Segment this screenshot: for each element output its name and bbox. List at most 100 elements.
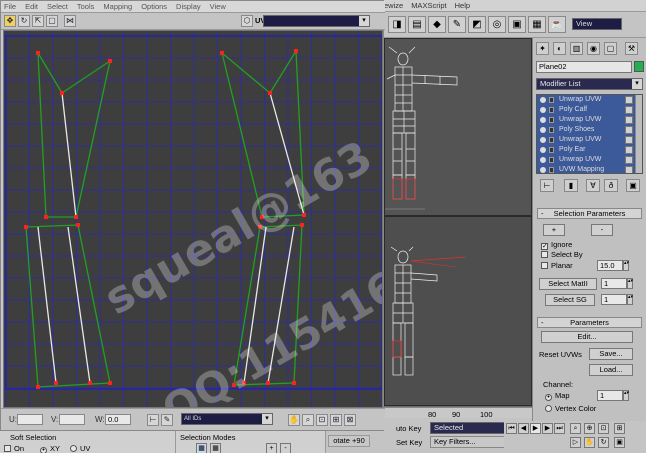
- shrink-selection-button[interactable]: -: [591, 224, 613, 236]
- uv-vertex[interactable]: [294, 49, 298, 53]
- stack-item[interactable]: UVW Mapping: [537, 165, 637, 173]
- ignore-backfacing-checkbox[interactable]: ✓ Ignore: [541, 240, 572, 250]
- planar-angle-checkbox[interactable]: Planar: [541, 261, 573, 270]
- menu-item[interactable]: ewize: [384, 1, 403, 10]
- remove-modifier-icon[interactable]: ð: [604, 179, 618, 192]
- uv-vertex[interactable]: [232, 383, 236, 387]
- zoom-extents-all-icon[interactable]: ⊞: [614, 423, 625, 434]
- uv-vertex[interactable]: [260, 215, 264, 219]
- uv-edge[interactable]: [67, 226, 91, 384]
- schematic-icon[interactable]: ◩: [468, 16, 486, 33]
- layer-tool-icon[interactable]: ◆: [428, 16, 446, 33]
- auto-key-dropdown[interactable]: Selected: [430, 422, 506, 434]
- uv-edge[interactable]: [233, 224, 303, 386]
- menu-tools[interactable]: Tools: [77, 2, 95, 11]
- set-key-label[interactable]: Set Key: [396, 438, 422, 447]
- show-end-result-icon[interactable]: ▮: [564, 179, 578, 192]
- menu-select[interactable]: Select: [47, 2, 68, 11]
- menu-mapping[interactable]: Mapping: [103, 2, 132, 11]
- play-icon[interactable]: ▶: [530, 423, 541, 434]
- v-field[interactable]: [59, 414, 85, 425]
- bulb-icon[interactable]: [540, 117, 546, 123]
- next-frame-icon[interactable]: ▶: [542, 423, 553, 434]
- hierarchy-tab-icon[interactable]: ▥: [570, 42, 583, 55]
- pin-stack-icon[interactable]: ⊢: [540, 179, 554, 192]
- bulb-icon[interactable]: [540, 157, 546, 163]
- planar-angle-spinner[interactable]: 15.0 ▴▾: [597, 260, 629, 271]
- uv-vertex[interactable]: [300, 223, 304, 227]
- uv-vertex[interactable]: [268, 91, 272, 95]
- uv-vertex[interactable]: [258, 225, 262, 229]
- modifier-stack[interactable]: Unwrap UVW Poly Calf Unwrap UVW Poly Sho…: [536, 94, 643, 174]
- soft-on-checkbox[interactable]: On: [4, 444, 24, 453]
- perspective-viewport-bottom[interactable]: [384, 216, 532, 406]
- maximize-viewport-icon[interactable]: ▣: [614, 437, 625, 448]
- uv-vertex[interactable]: [220, 51, 224, 55]
- menu-file[interactable]: File: [4, 2, 16, 11]
- uv-edge[interactable]: [25, 224, 111, 388]
- menu-edit[interactable]: Edit: [25, 2, 38, 11]
- uv-edge[interactable]: [221, 52, 263, 218]
- object-color-swatch[interactable]: [634, 61, 644, 72]
- uv-vertex[interactable]: [36, 385, 40, 389]
- map-channel-spinner[interactable]: 1 ▴▾: [597, 390, 629, 401]
- key-filters-button[interactable]: Key Filters...: [430, 436, 508, 448]
- goto-start-icon[interactable]: ⏮: [506, 423, 517, 434]
- move-tool-icon[interactable]: ✥: [4, 15, 16, 27]
- stack-item[interactable]: Poly Calf: [537, 105, 637, 115]
- stack-item[interactable]: Unwrap UVW: [537, 115, 637, 125]
- bulb-icon[interactable]: [540, 167, 546, 173]
- zoom-viewport-icon[interactable]: ⌕: [570, 423, 581, 434]
- render-frame-icon[interactable]: ▦: [528, 16, 546, 33]
- goto-end-icon[interactable]: ⏭: [554, 423, 565, 434]
- perspective-viewport-top[interactable]: [384, 38, 532, 216]
- vertex-color-radio[interactable]: Vertex Color: [545, 404, 596, 413]
- uv-vertex[interactable]: [302, 213, 306, 217]
- soft-uv-radio[interactable]: UV: [70, 444, 90, 453]
- bulb-icon[interactable]: [540, 147, 546, 153]
- uv-vertex[interactable]: [76, 223, 80, 227]
- configure-sets-icon[interactable]: ▣: [626, 179, 640, 192]
- uv-vertex[interactable]: [266, 381, 270, 385]
- render-setup-icon[interactable]: ▣: [508, 16, 526, 33]
- motion-tab-icon[interactable]: ◉: [587, 42, 600, 55]
- object-name-field[interactable]: Plane02: [536, 61, 632, 73]
- save-button[interactable]: Save...: [589, 348, 633, 360]
- bulb-icon[interactable]: [540, 127, 546, 133]
- vertex-mode-icon[interactable]: ▦: [196, 443, 207, 453]
- bulb-icon[interactable]: [540, 107, 546, 113]
- matid-spinner[interactable]: 1 ▴▾: [601, 278, 633, 289]
- zoom-all-icon[interactable]: ⊕: [584, 423, 595, 434]
- pan-view-icon[interactable]: ✋: [584, 437, 595, 448]
- align-tool-icon[interactable]: ▤: [408, 16, 426, 33]
- texture-map-dropdown[interactable]: ▾: [263, 15, 370, 27]
- uv-vertex[interactable]: [88, 381, 92, 385]
- sg-spinner[interactable]: 1 ▴▾: [601, 294, 633, 305]
- zoom-region-icon[interactable]: ⊡: [316, 414, 328, 426]
- uv-vertex[interactable]: [24, 225, 28, 229]
- modifier-list-dropdown[interactable]: Modifier List ▾: [536, 78, 643, 90]
- stack-item[interactable]: Poly Shoes: [537, 125, 637, 135]
- edge-mode-icon[interactable]: ▦: [210, 443, 221, 453]
- uv-edge[interactable]: [221, 48, 305, 218]
- zoom-extents-icon[interactable]: ⊡: [598, 423, 609, 434]
- u-field[interactable]: [17, 414, 43, 425]
- stack-item[interactable]: Unwrap UVW: [537, 155, 637, 165]
- create-tab-icon[interactable]: ✦: [536, 42, 549, 55]
- bulb-icon[interactable]: [540, 137, 546, 143]
- uv-vertex[interactable]: [60, 91, 64, 95]
- grow-selection-button[interactable]: +: [543, 224, 565, 236]
- shrink-icon[interactable]: -: [280, 443, 291, 453]
- menu-item[interactable]: Help: [455, 1, 470, 10]
- select-matid-button[interactable]: Select MatII: [539, 278, 597, 290]
- load-button[interactable]: Load...: [589, 364, 633, 376]
- uv-vertex[interactable]: [242, 381, 246, 385]
- uv-edit-viewport[interactable]: squeal@163 QQ:115416430: [3, 30, 383, 408]
- mirror-tool-icon[interactable]: ⋈: [64, 15, 76, 27]
- utilities-tab-icon[interactable]: ⚒: [625, 42, 638, 55]
- stack-item[interactable]: Poly Ear: [537, 145, 637, 155]
- stack-item[interactable]: Unwrap UVW: [537, 135, 637, 145]
- uv-edge[interactable]: [37, 52, 111, 218]
- menu-item[interactable]: MAXScript: [411, 1, 446, 10]
- view-dropdown[interactable]: View: [572, 18, 622, 30]
